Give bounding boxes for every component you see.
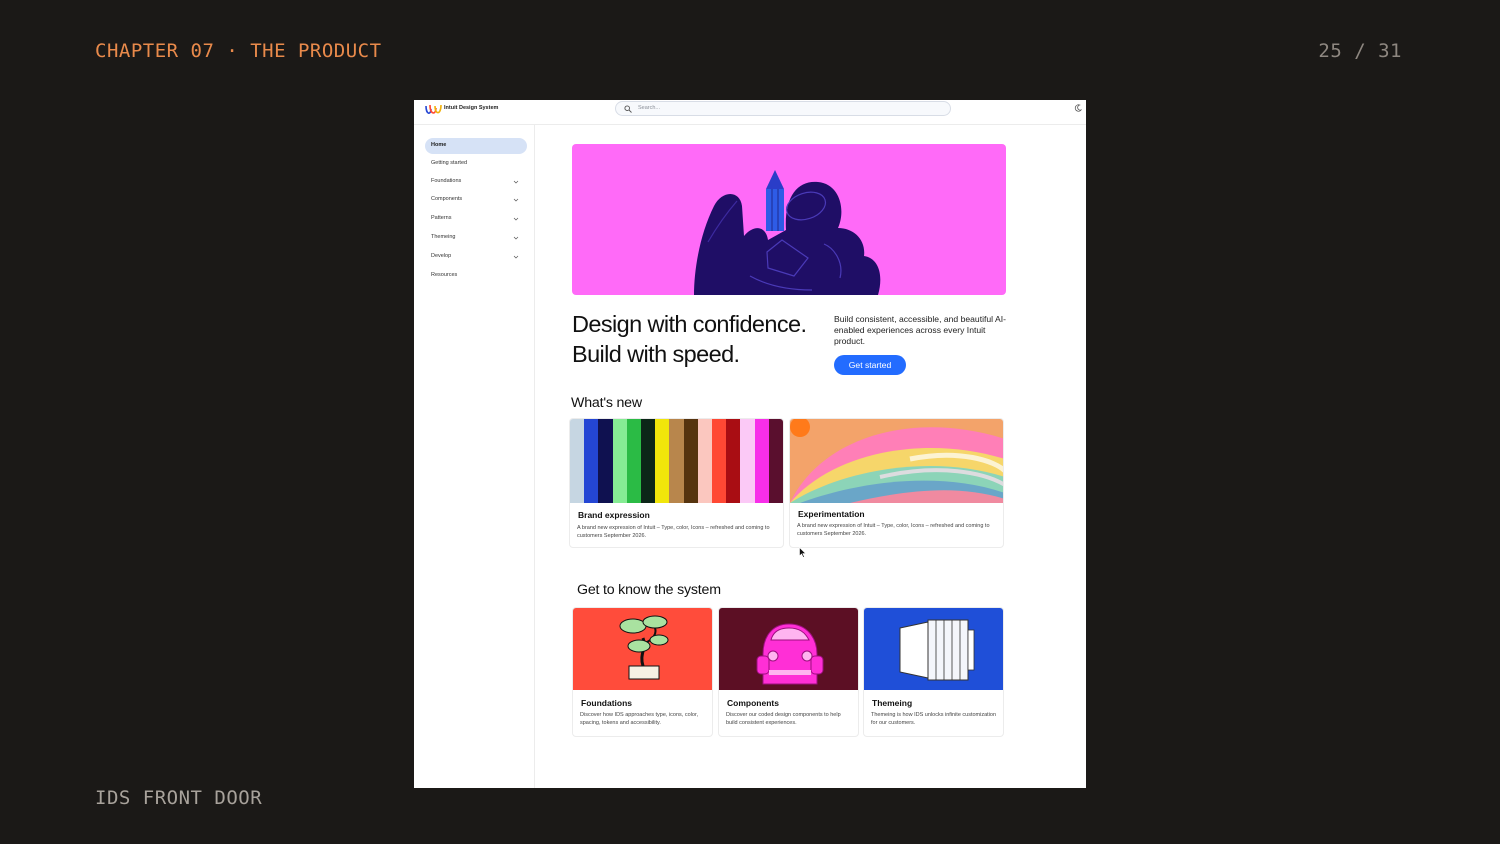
card-description: A brand new expression of Intuit – Type,…: [577, 525, 770, 539]
card-description: Themeing is how IDS unlocks infinite cus…: [871, 712, 997, 726]
color-stripe: [626, 419, 642, 503]
foundations-bonsai-image: [573, 608, 712, 690]
color-stripe: [669, 419, 684, 503]
sidebar-item-develop[interactable]: Develop: [425, 249, 527, 265]
brand-stripes-image: [570, 419, 783, 503]
color-stripe: [570, 419, 585, 503]
card-title: Components: [727, 698, 779, 708]
sidebar-item-label: Components: [431, 196, 463, 202]
card-title: Themeing: [872, 698, 913, 708]
color-stripe: [697, 419, 713, 503]
chapter-label: CHAPTER 07 · THE PRODUCT: [95, 40, 382, 62]
search-placeholder: Search...: [638, 105, 661, 111]
color-stripe: [754, 419, 769, 503]
hero-illustration: [572, 144, 1006, 295]
card-experimentation[interactable]: Experimentation A brand new expression o…: [789, 418, 1004, 548]
themeing-lens-image: [864, 608, 1003, 690]
card-foundations[interactable]: Foundations Discover how IDS approaches …: [572, 607, 713, 737]
sidebar-item-label: Home: [431, 142, 447, 148]
color-stripe: [655, 419, 670, 503]
card-components[interactable]: Components Discover our coded design com…: [718, 607, 859, 737]
sidebar-item-home[interactable]: Home: [425, 138, 527, 154]
hand-holding-pencil-icon: [694, 170, 881, 295]
sidebar-item-label: Themeing: [431, 234, 456, 240]
system-section-title: Get to know the system: [577, 582, 721, 598]
sidebar-item-foundations[interactable]: Foundations: [425, 174, 527, 190]
color-stripe: [612, 419, 627, 503]
color-stripe: [740, 419, 755, 503]
sidebar-nav: Home Getting started Foundations Compone…: [414, 125, 535, 788]
headline-line-2: Build with speed.: [572, 341, 740, 367]
page-number: 25 / 31: [1318, 40, 1402, 62]
sidebar-item-label: Foundations: [431, 178, 462, 184]
sidebar-item-patterns[interactable]: Patterns: [425, 211, 527, 227]
chevron-down-icon: [513, 217, 519, 221]
color-stripe: [641, 419, 656, 503]
mouse-cursor-icon: [799, 547, 807, 558]
sidebar-item-label: Resources: [431, 272, 458, 278]
color-stripe: [584, 419, 599, 503]
card-title: Foundations: [581, 698, 632, 708]
chevron-down-icon: [513, 180, 519, 184]
card-description: Discover how IDS approaches type, icons,…: [580, 712, 699, 726]
color-stripe: [712, 419, 727, 503]
sidebar-item-resources[interactable]: Resources: [425, 268, 527, 284]
sidebar-item-themeing[interactable]: Themeing: [425, 230, 527, 246]
card-themeing[interactable]: Themeing Themeing is how IDS unlocks inf…: [863, 607, 1004, 737]
headline-line-1: Design with confidence.: [572, 311, 807, 337]
moon-icon[interactable]: [1074, 104, 1082, 112]
chevron-down-icon: [513, 236, 519, 240]
color-stripe: [768, 419, 783, 503]
get-started-button[interactable]: Get started: [834, 355, 906, 375]
deck-footer: IDS FRONT DOOR: [95, 787, 263, 809]
card-title: Brand expression: [578, 510, 650, 520]
site-logo-text[interactable]: Intuit Design System: [444, 105, 498, 111]
search-input[interactable]: Search...: [615, 101, 951, 116]
color-stripe: [726, 419, 741, 503]
card-description: A brand new expression of Intuit – Type,…: [797, 523, 990, 537]
experimentation-gradient-image: [790, 419, 1003, 503]
sidebar-item-label: Getting started: [431, 160, 468, 166]
color-stripe: [683, 419, 698, 503]
card-brand-expression[interactable]: Brand expression A brand new expression …: [569, 418, 784, 548]
site-header: Intuit Design System Search...: [414, 100, 1086, 125]
sidebar-item-label: Patterns: [431, 215, 452, 221]
search-icon: [624, 105, 632, 113]
whats-new-title: What's new: [571, 395, 642, 411]
hero-headline: Design with confidence. Build with speed…: [572, 309, 807, 369]
card-title: Experimentation: [798, 509, 865, 519]
sidebar-item-getting-started[interactable]: Getting started: [425, 156, 527, 172]
hero-intro: Build consistent, accessible, and beauti…: [834, 314, 1006, 346]
sidebar-item-components[interactable]: Components: [425, 192, 527, 208]
intuit-logo-icon: [425, 104, 442, 114]
website-screenshot: Intuit Design System Search... Home Gett…: [414, 100, 1086, 788]
components-car-image: [719, 608, 858, 690]
chevron-down-icon: [513, 255, 519, 259]
sidebar-item-label: Develop: [431, 253, 452, 259]
color-stripe: [598, 419, 613, 503]
card-description: Discover our coded design components to …: [726, 712, 841, 726]
chevron-down-icon: [513, 198, 519, 202]
